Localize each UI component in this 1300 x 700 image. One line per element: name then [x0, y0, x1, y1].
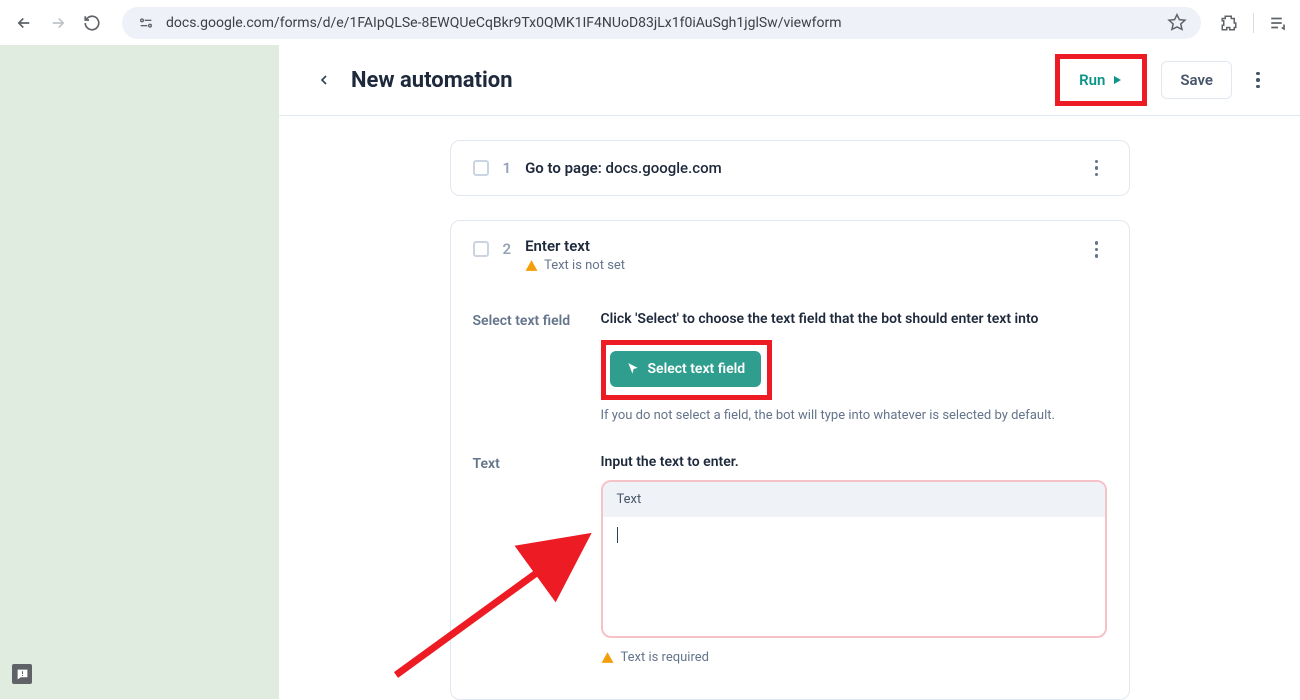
steps-list: 1 Go to page: docs.google.com 2 Enter te…: [279, 116, 1300, 700]
step-2-more-icon[interactable]: [1087, 241, 1107, 258]
text-input-container: Text: [601, 480, 1107, 638]
run-button-highlight: Run: [1055, 54, 1147, 106]
forward-button[interactable]: [46, 11, 70, 35]
select-field-label: Select text field: [473, 311, 577, 426]
page-header: New automation Run Save: [279, 45, 1300, 115]
extensions-icon[interactable]: [1219, 13, 1239, 33]
bookmark-star-icon[interactable]: [1167, 13, 1187, 33]
step-1-title: Go to page: docs.google.com: [525, 159, 722, 177]
header-more-icon[interactable]: [1246, 72, 1270, 89]
warning-icon: [601, 651, 614, 664]
text-cursor: [613, 519, 618, 547]
toolbar-divider: [1253, 13, 1254, 33]
music-playlist-icon[interactable]: [1268, 13, 1288, 33]
save-button[interactable]: Save: [1161, 61, 1232, 99]
page-title: New automation: [351, 68, 513, 93]
select-field-hint: If you do not select a field, the bot wi…: [601, 406, 1107, 426]
step-1-title-prefix: Go to page:: [525, 159, 605, 177]
feedback-icon[interactable]: [12, 664, 32, 684]
step-2-checkbox[interactable]: [473, 241, 489, 257]
step-2-title: Enter text: [525, 237, 625, 255]
text-required-warning: Text is required: [601, 650, 1107, 665]
cursor-icon: [626, 362, 640, 376]
step-1-more-icon[interactable]: [1087, 160, 1107, 177]
back-button[interactable]: [12, 11, 36, 35]
play-icon: [1111, 74, 1123, 86]
run-label: Run: [1079, 71, 1105, 89]
text-input-label: Text: [603, 482, 1105, 517]
step-2-number: 2: [503, 240, 512, 258]
select-button-highlight: Select text field: [601, 340, 773, 400]
main-area: New automation Run Save: [0, 45, 1300, 699]
step-1-number: 1: [503, 159, 512, 177]
step-1-title-value: docs.google.com: [606, 159, 722, 177]
select-button-label: Select text field: [648, 361, 746, 377]
run-button[interactable]: Run: [1063, 62, 1139, 98]
warning-icon: [525, 259, 538, 272]
text-input[interactable]: [603, 517, 1105, 632]
browser-toolbar: docs.google.com/forms/d/e/1FAIpQLSe-8EWQ…: [0, 0, 1300, 45]
step-2-warning: Text is not set: [525, 258, 625, 273]
text-required-text: Text is required: [621, 650, 709, 665]
select-field-description: Click 'Select' to choose the text field …: [601, 311, 1107, 327]
page-back-button[interactable]: [309, 65, 339, 95]
text-field-label: Text: [473, 454, 577, 665]
select-text-field-button[interactable]: Select text field: [610, 351, 762, 387]
left-panel: [0, 45, 279, 699]
step-2-warning-text: Text is not set: [544, 258, 625, 273]
step-1-card[interactable]: 1 Go to page: docs.google.com: [450, 140, 1130, 196]
text-field-description: Input the text to enter.: [601, 454, 1107, 470]
step-1-checkbox[interactable]: [473, 160, 489, 176]
content-pane: New automation Run Save: [279, 45, 1300, 699]
reload-button[interactable]: [80, 11, 104, 35]
step-2-card: 2 Enter text Text is not set: [450, 220, 1130, 700]
site-settings-icon[interactable]: [136, 13, 156, 33]
address-bar[interactable]: docs.google.com/forms/d/e/1FAIpQLSe-8EWQ…: [122, 7, 1201, 39]
url-text: docs.google.com/forms/d/e/1FAIpQLSe-8EWQ…: [166, 15, 1157, 31]
